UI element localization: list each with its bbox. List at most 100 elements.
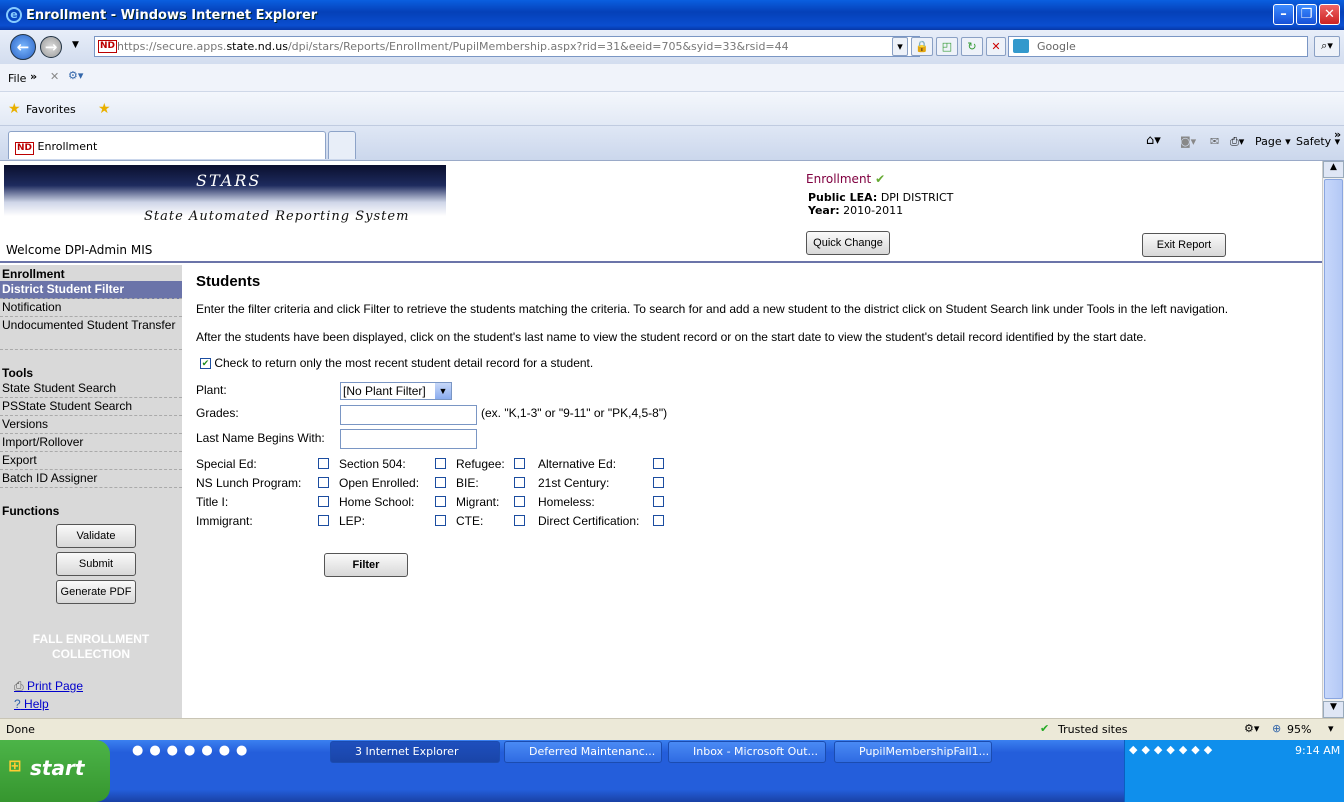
tab-enrollment[interactable]: ND Enrollment — [8, 131, 326, 159]
forward-button[interactable]: → — [40, 36, 62, 58]
alternative-ed-checkbox[interactable] — [653, 458, 664, 469]
immigrant-checkbox[interactable] — [318, 515, 329, 526]
year-label: Year: — [808, 204, 840, 217]
nav-item-batch-id-assigner[interactable]: Batch ID Assigner — [0, 470, 182, 488]
refugee-checkbox[interactable] — [514, 458, 525, 469]
lastname-input[interactable] — [340, 429, 477, 449]
submit-button[interactable]: Submit — [56, 552, 136, 576]
flag-label: BIE: — [456, 476, 479, 490]
compatibility-icon[interactable]: ◰ — [936, 37, 958, 56]
taskbar-item-ie[interactable]: 3 Internet Explorer — [330, 741, 500, 763]
direct-certification-checkbox[interactable] — [653, 515, 664, 526]
chevron-more-icon[interactable]: » — [30, 70, 37, 83]
refresh-icon[interactable]: ↻ — [961, 37, 983, 56]
section-504-checkbox[interactable] — [435, 458, 446, 469]
nav-item-district-student-filter[interactable]: District Student Filter — [0, 281, 182, 299]
add-on-icon[interactable]: ⚙▾ — [68, 69, 83, 82]
cte-checkbox[interactable] — [514, 515, 525, 526]
module-label: Enrollment — [806, 172, 872, 186]
protected-mode-icon[interactable]: ⚙▾ — [1244, 722, 1259, 735]
address-input[interactable]: ND https://secure.apps.state.nd.us/dpi/s… — [94, 36, 920, 57]
homeless-checkbox[interactable] — [653, 496, 664, 507]
nav-item-notification[interactable]: Notification — [0, 299, 182, 317]
status-text: Done — [6, 723, 35, 736]
validate-button[interactable]: Validate — [56, 524, 136, 548]
nav-item-import-rollover[interactable]: Import/Rollover — [0, 434, 182, 452]
nav-item-versions[interactable]: Versions — [0, 416, 182, 434]
search-placeholder: Google — [1037, 40, 1076, 53]
title-i-checkbox[interactable] — [318, 496, 329, 507]
exit-report-button[interactable]: Exit Report — [1142, 233, 1226, 257]
zoom-level[interactable]: 95% — [1287, 723, 1311, 736]
quick-change-button[interactable]: Quick Change — [806, 231, 890, 255]
stop-icon[interactable]: ✕ — [986, 37, 1006, 56]
lep-checkbox[interactable] — [435, 515, 446, 526]
quick-launch-icons[interactable]: ●●●●●●● — [132, 743, 253, 758]
ns-lunch-checkbox[interactable] — [318, 477, 329, 488]
help-link[interactable]: ? Help — [14, 697, 49, 711]
maximize-button[interactable]: ❐ — [1296, 4, 1317, 25]
home-icon[interactable]: ⌂▾ — [1146, 133, 1161, 148]
address-toolbar: ← → ▼ ND https://secure.apps.state.nd.us… — [0, 30, 1344, 64]
print-icon[interactable]: ⎙▾ — [1230, 135, 1244, 149]
flag-label: NS Lunch Program: — [196, 476, 302, 490]
scroll-thumb[interactable] — [1324, 179, 1343, 699]
taskbar-item-outlook[interactable]: Inbox - Microsoft Out... — [668, 741, 826, 763]
plant-select[interactable]: [No Plant Filter] ▼ — [340, 382, 452, 400]
taskbar-item-deferred[interactable]: Deferred Maintenanc... — [504, 741, 662, 763]
filter-button[interactable]: Filter — [324, 553, 408, 577]
bie-checkbox[interactable] — [514, 477, 525, 488]
zoom-dropdown-icon[interactable]: ▾ — [1328, 722, 1334, 735]
close-toolbar-icon[interactable]: ✕ — [50, 70, 59, 83]
scroll-up-icon[interactable]: ▲ — [1323, 161, 1344, 178]
open-enrolled-checkbox[interactable] — [435, 477, 446, 488]
print-page-link[interactable]: ⎙ Print Page — [14, 679, 83, 694]
minimize-button[interactable]: – — [1273, 4, 1294, 25]
migrant-checkbox[interactable] — [514, 496, 525, 507]
new-tab-button[interactable] — [328, 131, 356, 159]
trusted-check-icon: ✔ — [1040, 722, 1050, 735]
history-dropdown-icon[interactable]: ▼ — [72, 40, 79, 50]
search-input[interactable]: Google — [1008, 36, 1308, 57]
system-tray: ◆◆◆◆◆◆◆ 9:14 AM — [1124, 740, 1344, 802]
favorites-button[interactable]: Favorites — [26, 103, 76, 116]
favorites-bar: ★ Favorites ★ — [0, 92, 1344, 126]
home-school-checkbox[interactable] — [435, 496, 446, 507]
taskbar-item-pupilmembership[interactable]: PupilMembershipFall1... — [834, 741, 992, 763]
start-button[interactable]: ⊞ start — [0, 740, 110, 802]
special-ed-checkbox[interactable] — [318, 458, 329, 469]
scroll-down-icon[interactable]: ▼ — [1323, 701, 1344, 718]
mail-icon[interactable]: ✉ — [1210, 135, 1219, 148]
page-menu[interactable]: Page ▾ — [1255, 135, 1291, 148]
nav-item-export[interactable]: Export — [0, 452, 182, 470]
flag-label: Special Ed: — [196, 457, 257, 471]
close-button[interactable]: ✕ — [1319, 4, 1340, 25]
recent-record-checkbox[interactable]: ✔ — [200, 358, 211, 370]
address-dropdown-icon[interactable]: ▾ — [892, 37, 908, 56]
nav-item-state-student-search[interactable]: State Student Search — [0, 380, 182, 398]
page-title: Students — [196, 273, 261, 290]
security-zone[interactable]: Trusted sites — [1058, 723, 1128, 736]
21st-century-checkbox[interactable] — [653, 477, 664, 488]
feeds-icon[interactable]: ◙▾ — [1180, 135, 1196, 148]
back-button[interactable]: ← — [10, 34, 36, 60]
search-button[interactable]: ⌕▾ — [1314, 36, 1340, 57]
vertical-scrollbar[interactable]: ▲ ▼ — [1322, 161, 1344, 718]
recent-record-label: Check to return only the most recent stu… — [214, 356, 594, 370]
url-prefix: https://secure.apps. — [117, 40, 227, 53]
flags-row: Special Ed: Section 504: Refugee: Altern… — [196, 457, 676, 476]
nav-item-psstate-student-search[interactable]: PSState Student Search — [0, 398, 182, 416]
menu-file[interactable]: File — [8, 72, 26, 85]
ie-logo-icon: e — [6, 7, 22, 23]
clock[interactable]: 9:14 AM — [1295, 744, 1340, 757]
nav-item-undocumented-transfer[interactable]: Undocumented Student Transfer — [0, 317, 182, 350]
tab-bar: ND Enrollment ⌂▾ ◙▾ ✉ ⎙▾ Page ▾ Safety ▾… — [0, 126, 1344, 161]
tray-icons[interactable]: ◆◆◆◆◆◆◆ — [1129, 743, 1216, 756]
add-favorite-icon[interactable]: ★ — [98, 101, 111, 117]
flag-label: Direct Certification: — [538, 514, 640, 528]
lock-icon[interactable]: 🔒 — [911, 37, 933, 56]
grades-input[interactable] — [340, 405, 477, 425]
generate-pdf-button[interactable]: Generate PDF — [56, 580, 136, 604]
more-commands-icon[interactable]: » — [1334, 128, 1341, 141]
